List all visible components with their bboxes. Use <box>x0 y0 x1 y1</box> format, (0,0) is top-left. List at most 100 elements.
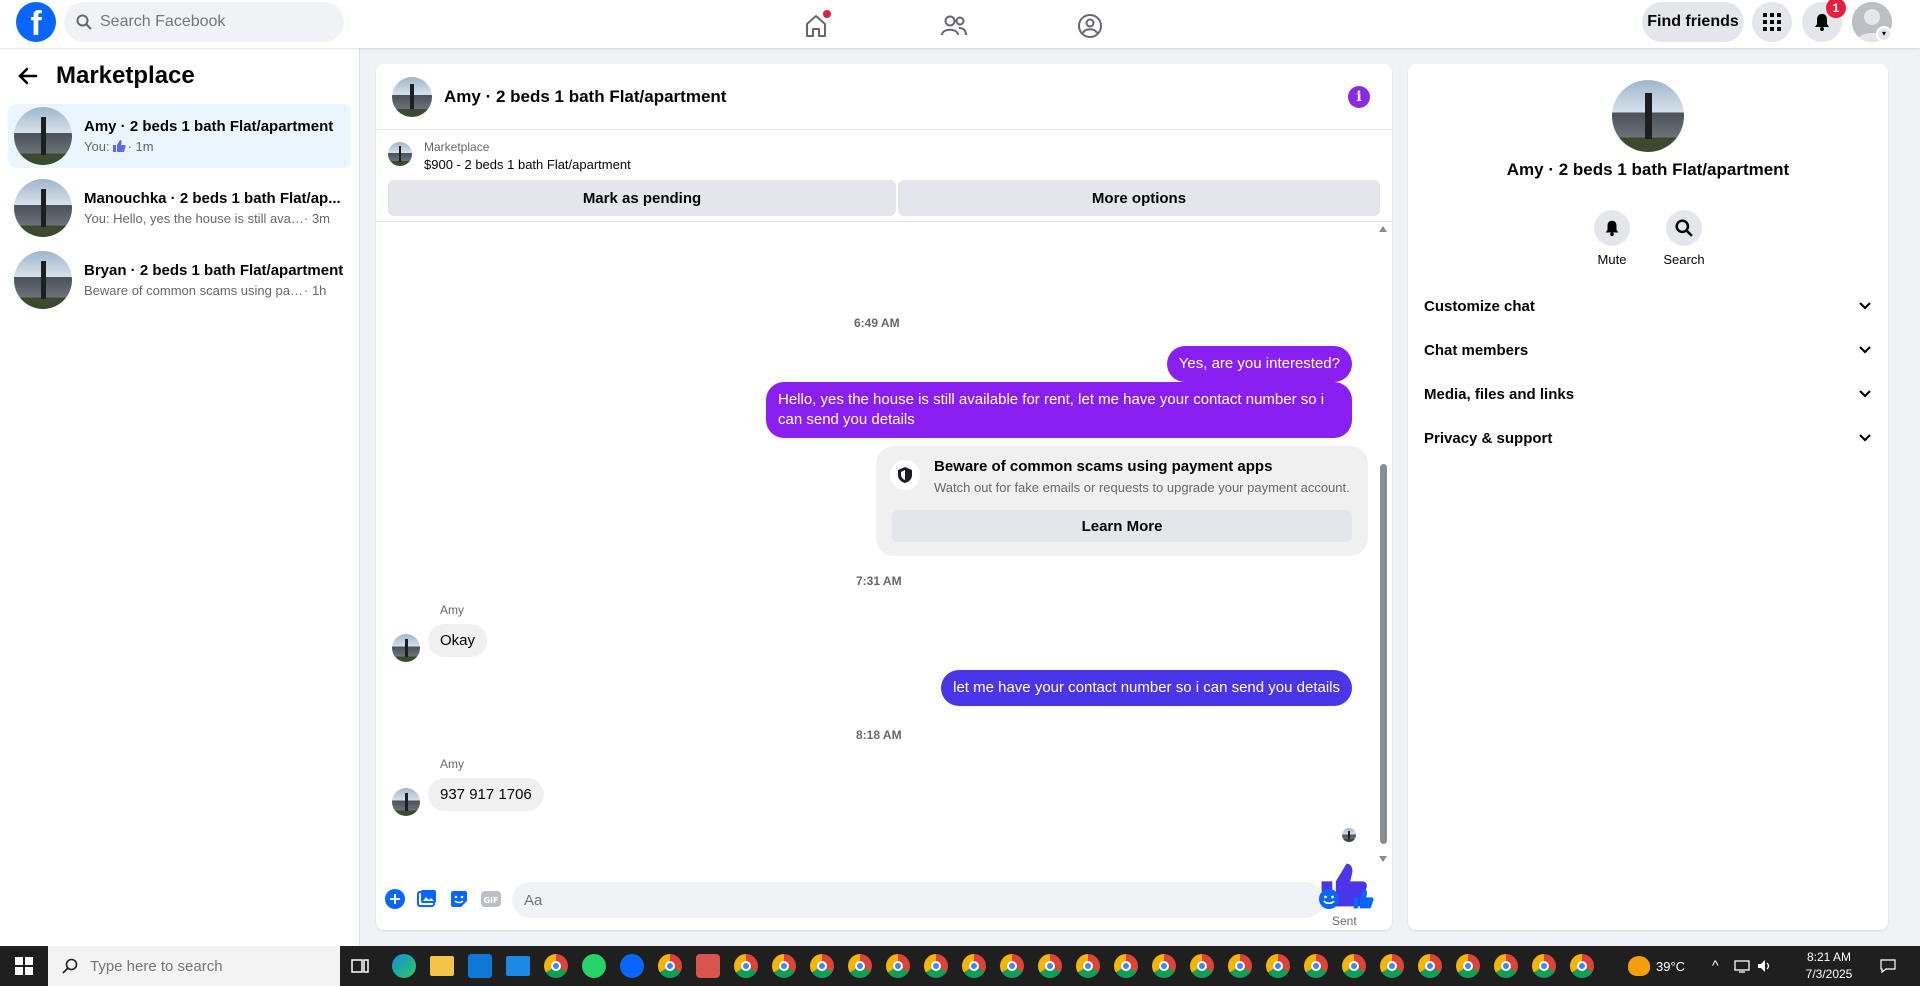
mail-icon[interactable] <box>506 956 530 976</box>
chrome-icon[interactable] <box>1000 954 1024 978</box>
message-scrollbar[interactable] <box>1376 224 1390 864</box>
chrome-icon[interactable] <box>1342 954 1366 978</box>
info-icon[interactable]: i <box>1348 86 1370 108</box>
search-in-conversation-button[interactable]: Search <box>1654 210 1714 267</box>
facebook-search[interactable] <box>64 2 344 42</box>
search-input[interactable] <box>100 13 320 31</box>
gif-icon[interactable]: GIF <box>480 888 502 910</box>
listing-thumbnail[interactable] <box>1612 80 1684 152</box>
weather-temperature[interactable]: 39°C <box>1656 959 1685 974</box>
chrome-icon[interactable] <box>1380 954 1404 978</box>
listing-price[interactable]: $900 - 2 beds 1 bath Flat/apartment <box>424 157 631 172</box>
mark-as-pending-button[interactable]: Mark as pending <box>388 180 896 216</box>
chrome-icon[interactable] <box>1266 954 1290 978</box>
message-input[interactable] <box>512 882 1324 918</box>
notifications-button[interactable]: 1 <box>1802 0 1846 42</box>
chevron-down-icon[interactable]: ▾ <box>1876 26 1892 42</box>
outgoing-message[interactable]: Hello, yes the house is still available … <box>766 382 1352 438</box>
clock-time: 8:21 AM <box>1806 950 1852 964</box>
outgoing-message[interactable]: Yes, are you interested? <box>1166 346 1352 382</box>
chrome-icon[interactable] <box>810 954 834 978</box>
home-nav-button[interactable] <box>796 6 836 46</box>
chrome-icon[interactable] <box>658 954 682 978</box>
outgoing-message[interactable]: let me have your contact number so i can… <box>941 670 1352 706</box>
notification-center-icon[interactable] <box>1880 958 1896 974</box>
chrome-icon[interactable] <box>544 954 568 978</box>
taskbar-search[interactable] <box>48 946 340 986</box>
chrome-icon[interactable] <box>1228 954 1252 978</box>
emoji-icon[interactable] <box>1318 888 1340 910</box>
listing-thumbnail <box>14 251 72 309</box>
chrome-icon[interactable] <box>772 954 796 978</box>
scroll-down-arrow-icon[interactable] <box>1379 856 1387 862</box>
chrome-icon[interactable] <box>1076 954 1100 978</box>
conversation-item-amy[interactable]: Amy · 2 beds 1 bath Flat/apartment You: … <box>8 104 351 168</box>
sticker-icon[interactable] <box>448 888 470 910</box>
chrome-icon[interactable] <box>1418 954 1442 978</box>
incoming-message[interactable]: 937 917 1706 <box>428 778 544 811</box>
incoming-message[interactable]: Okay <box>428 624 488 657</box>
add-plus-icon[interactable] <box>384 888 406 910</box>
chevron-down-icon <box>1859 302 1871 310</box>
chrome-icon[interactable] <box>1152 954 1176 978</box>
chrome-icon[interactable] <box>1456 954 1480 978</box>
chrome-icon[interactable] <box>734 954 758 978</box>
task-view-icon[interactable] <box>348 954 372 978</box>
message-timestamp: 7:31 AM <box>856 574 902 588</box>
chat-avatar[interactable] <box>392 76 432 117</box>
read-receipt-avatar <box>1342 828 1356 842</box>
chrome-icon[interactable] <box>924 954 948 978</box>
chrome-icon[interactable] <box>886 954 910 978</box>
mute-button[interactable]: Mute <box>1582 210 1642 267</box>
scroll-up-arrow-icon[interactable] <box>1379 226 1387 232</box>
chat-title[interactable]: Amy · 2 beds 1 bath Flat/apartment <box>444 87 726 107</box>
store-icon[interactable] <box>468 954 492 978</box>
chrome-icon[interactable] <box>848 954 872 978</box>
taskbar-search-input[interactable] <box>90 957 240 975</box>
privacy-support-section[interactable]: Privacy & support <box>1424 420 1872 456</box>
chrome-icon[interactable] <box>1114 954 1138 978</box>
find-friends-button[interactable]: Find friends <box>1642 2 1744 42</box>
edge-icon[interactable] <box>392 954 416 978</box>
groups-nav-button[interactable] <box>1070 6 1110 46</box>
conversation-item-bryan[interactable]: Bryan · 2 beds 1 bath Flat/apartment Bew… <box>8 248 351 312</box>
search-icon <box>1675 219 1693 237</box>
more-options-button[interactable]: More options <box>898 180 1380 216</box>
chevron-up-icon[interactable]: ^ <box>1712 957 1719 973</box>
customize-chat-section[interactable]: Customize chat <box>1424 288 1872 324</box>
scrollbar-thumb[interactable] <box>1380 464 1387 844</box>
back-arrow-icon[interactable] <box>18 66 38 86</box>
chrome-icon[interactable] <box>1038 954 1062 978</box>
facebook-logo[interactable]: f <box>16 2 56 42</box>
photo-icon[interactable] <box>416 888 438 910</box>
chrome-icon[interactable] <box>1190 954 1214 978</box>
search-icon <box>76 14 92 30</box>
chrome-icon[interactable] <box>1532 954 1556 978</box>
friends-nav-button[interactable] <box>934 6 974 46</box>
facebook-app-icon[interactable] <box>620 954 644 978</box>
volume-icon[interactable] <box>1756 958 1772 974</box>
conversation-item-manouchka[interactable]: Manouchka · 2 beds 1 bath Flat/ap... You… <box>8 176 351 240</box>
chat-panel: Amy · 2 beds 1 bath Flat/apartment i Mar… <box>376 64 1392 930</box>
menu-button[interactable] <box>1752 2 1792 42</box>
sender-avatar[interactable] <box>392 788 420 816</box>
chat-members-section[interactable]: Chat members <box>1424 332 1872 368</box>
chrome-icon[interactable] <box>1304 954 1328 978</box>
file-explorer-icon[interactable] <box>430 956 454 976</box>
whatsapp-icon[interactable] <box>582 954 606 978</box>
weather-sun-icon[interactable] <box>1628 956 1650 976</box>
app-icon[interactable] <box>696 954 720 978</box>
windows-start-button[interactable] <box>0 946 48 986</box>
send-like-icon[interactable] <box>1352 888 1374 910</box>
chrome-icon[interactable] <box>962 954 986 978</box>
media-files-links-section[interactable]: Media, files and links <box>1424 376 1872 412</box>
listing-thumbnail <box>14 179 72 237</box>
sender-name: Amy <box>440 757 464 771</box>
conversation-snippet: Beware of common scams using pay... <box>84 283 304 298</box>
network-icon[interactable] <box>1734 958 1750 974</box>
learn-more-button[interactable]: Learn More <box>892 510 1352 542</box>
chrome-icon[interactable] <box>1570 954 1594 978</box>
sender-avatar[interactable] <box>392 634 420 662</box>
chrome-icon[interactable] <box>1494 954 1518 978</box>
taskbar-clock[interactable]: 8:21 AM 7/3/2025 <box>1794 949 1864 983</box>
